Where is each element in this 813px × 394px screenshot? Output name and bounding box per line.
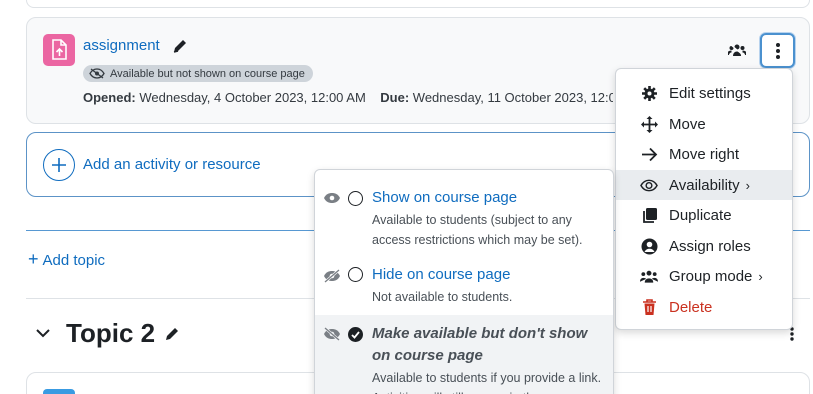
- add-topic-link[interactable]: + Add topic: [28, 249, 105, 270]
- opened-label: Opened:: [83, 90, 136, 105]
- radio-available-not-shown[interactable]: [348, 327, 363, 342]
- menu-item-label: Group mode: [669, 267, 753, 285]
- add-topic-label: Add topic: [42, 252, 106, 269]
- menu-item-move[interactable]: Move: [616, 109, 792, 139]
- arrow-right-icon: [640, 145, 658, 163]
- menu-item-label: Duplicate: [669, 206, 732, 224]
- option-description: Not available to students.: [372, 290, 513, 304]
- topic-title: Topic 2: [66, 318, 156, 348]
- option-title[interactable]: Hide on course page: [372, 266, 510, 283]
- submenu-caret-icon: ›: [758, 268, 763, 284]
- eye-slash-icon: [323, 269, 341, 287]
- assignment-icon: [43, 34, 75, 66]
- menu-item-label: Delete: [669, 298, 713, 316]
- activity-name-link[interactable]: assignment: [83, 37, 160, 54]
- eye-slash-icon: [89, 68, 105, 79]
- user-circle-icon: [640, 237, 658, 255]
- edit-name-pencil-icon[interactable]: [171, 37, 189, 55]
- edit-topic-pencil-icon[interactable]: [163, 325, 181, 343]
- plus-icon: +: [28, 249, 39, 269]
- menu-item-group-mode[interactable]: Group mode ›: [616, 261, 792, 291]
- copy-icon: [640, 206, 658, 224]
- menu-item-delete[interactable]: Delete: [616, 292, 792, 322]
- gear-icon: [640, 84, 658, 102]
- plus-circle-icon[interactable]: [43, 149, 75, 181]
- chevron-down-icon[interactable]: [35, 325, 51, 341]
- submenu-caret-icon: ›: [745, 177, 750, 193]
- menu-item-label: Edit settings: [669, 84, 751, 102]
- menu-item-label: Availability: [669, 176, 740, 194]
- eye-slash-icon: [323, 326, 341, 344]
- move-arrows-icon: [640, 115, 658, 133]
- menu-item-label: Move: [669, 115, 706, 133]
- activity-dates: Opened: Wednesday, 4 October 2023, 12:00…: [83, 90, 613, 105]
- option-hide-on-course-page[interactable]: Hide on course page Not available to stu…: [315, 256, 613, 314]
- radio-show-on-course-page[interactable]: [348, 191, 363, 206]
- activity-actions-kebab-button[interactable]: [760, 33, 795, 68]
- menu-item-assign-roles[interactable]: Assign roles: [616, 231, 792, 261]
- option-title[interactable]: Make available but don't show on course …: [372, 323, 602, 367]
- visibility-status-badge: Available but not shown on course page: [83, 65, 313, 82]
- menu-item-edit-settings[interactable]: Edit settings: [616, 78, 792, 108]
- option-available-not-shown[interactable]: Make available but don't show on course …: [315, 315, 613, 394]
- radio-hide-on-course-page[interactable]: [348, 267, 363, 282]
- add-activity-label[interactable]: Add an activity or resource: [83, 156, 261, 173]
- topic-heading: Topic 2: [66, 318, 181, 349]
- trash-icon: [640, 298, 658, 316]
- eye-icon: [640, 176, 658, 194]
- option-title[interactable]: Show on course page: [372, 189, 517, 206]
- visibility-badge-label: Available but not shown on course page: [110, 67, 305, 80]
- menu-item-duplicate[interactable]: Duplicate: [616, 200, 792, 230]
- activity-action-menu: Edit settings Move Move right Availabili…: [615, 68, 793, 330]
- option-description: Available to students (subject to any ac…: [372, 213, 583, 247]
- opened-value: Wednesday, 4 October 2023, 12:00 AM: [139, 90, 366, 105]
- option-description: Available to students if you provide a l…: [372, 371, 602, 394]
- menu-item-move-right[interactable]: Move right: [616, 139, 792, 169]
- menu-item-availability[interactable]: Availability ›: [616, 170, 792, 200]
- activity-icon: [43, 389, 75, 394]
- groups-icon: [727, 42, 747, 58]
- availability-submenu: Show on course page Available to student…: [314, 169, 614, 394]
- vertical-dots-icon: [775, 42, 780, 59]
- menu-item-label: Move right: [669, 145, 740, 163]
- option-show-on-course-page[interactable]: Show on course page Available to student…: [315, 178, 613, 256]
- menu-item-label: Assign roles: [669, 237, 751, 255]
- previous-activity-card: [26, 0, 810, 8]
- due-label: Due:: [380, 90, 410, 105]
- eye-icon: [323, 191, 341, 209]
- checkmark-icon: [351, 330, 360, 339]
- group-icon: [640, 267, 658, 285]
- due-value: Wednesday, 11 October 2023, 12:00 AM: [412, 90, 613, 105]
